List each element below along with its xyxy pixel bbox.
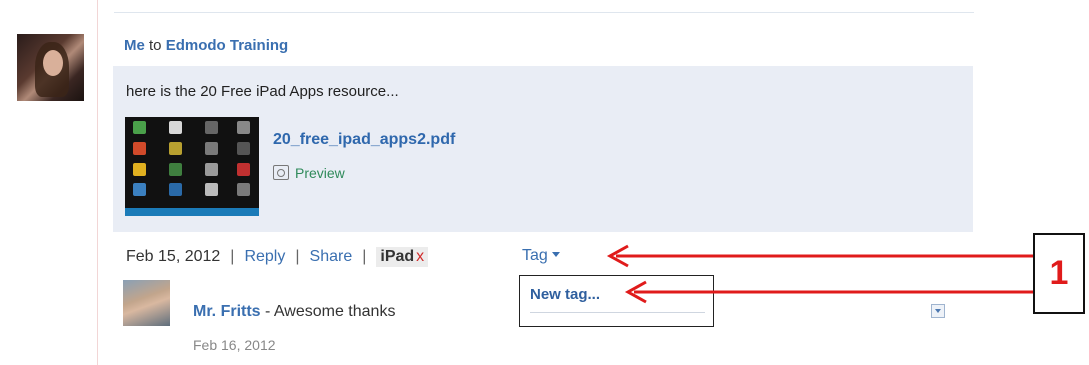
callout-number-box: 1 bbox=[1033, 233, 1085, 314]
callout-arrows bbox=[606, 244, 1033, 304]
callout-number: 1 bbox=[1049, 254, 1069, 292]
